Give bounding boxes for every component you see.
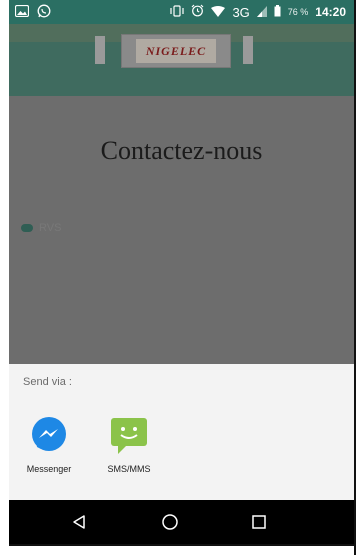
share-target-sms[interactable]: SMS/MMS (93, 414, 165, 474)
header-tab-right (243, 36, 253, 64)
rdv-label: RVS (39, 222, 62, 234)
frame-border-bottom (9, 544, 356, 546)
wifi-icon (211, 5, 226, 20)
rdv-icon (21, 224, 33, 232)
rdv-link[interactable]: RVS (21, 222, 61, 234)
messenger-icon (28, 414, 70, 456)
logo-inner: NIGELEC (136, 39, 216, 63)
navigation-bar (9, 500, 354, 544)
back-icon[interactable] (65, 508, 93, 536)
clock: 14:20 (315, 5, 346, 19)
network-type: 3G (232, 4, 250, 20)
header-tab-left (95, 36, 105, 64)
phone-screen: 3G 76 % 14:20 NIGELEC Contactez-nous RVS (9, 0, 354, 544)
home-icon[interactable] (156, 508, 184, 536)
logo-text: NIGELEC (145, 43, 207, 58)
messenger-label: Messenger (26, 464, 72, 474)
share-sheet: Send via : Messenger SMS/MMS (9, 364, 354, 500)
sms-icon (108, 414, 150, 456)
page-content: Contactez-nous RVS (9, 96, 354, 364)
battery-icon (274, 4, 281, 20)
share-target-messenger[interactable]: Messenger (13, 414, 85, 474)
share-sheet-title: Send via : (23, 376, 72, 388)
gallery-icon (14, 4, 30, 20)
frame-border-right (354, 0, 356, 555)
page-title: Contactez-nous (100, 136, 263, 165)
sms-label: SMS/MMS (107, 464, 151, 474)
app-header: NIGELEC (9, 24, 354, 96)
status-bar: 3G 76 % 14:20 (9, 0, 354, 24)
alarm-icon (191, 4, 204, 20)
whatsapp-icon (37, 4, 51, 21)
signal-icon (256, 5, 267, 20)
logo: NIGELEC (121, 34, 231, 68)
battery-percent: 76 % (287, 7, 309, 17)
vibrate-icon (170, 4, 185, 20)
recents-icon[interactable] (245, 508, 273, 536)
